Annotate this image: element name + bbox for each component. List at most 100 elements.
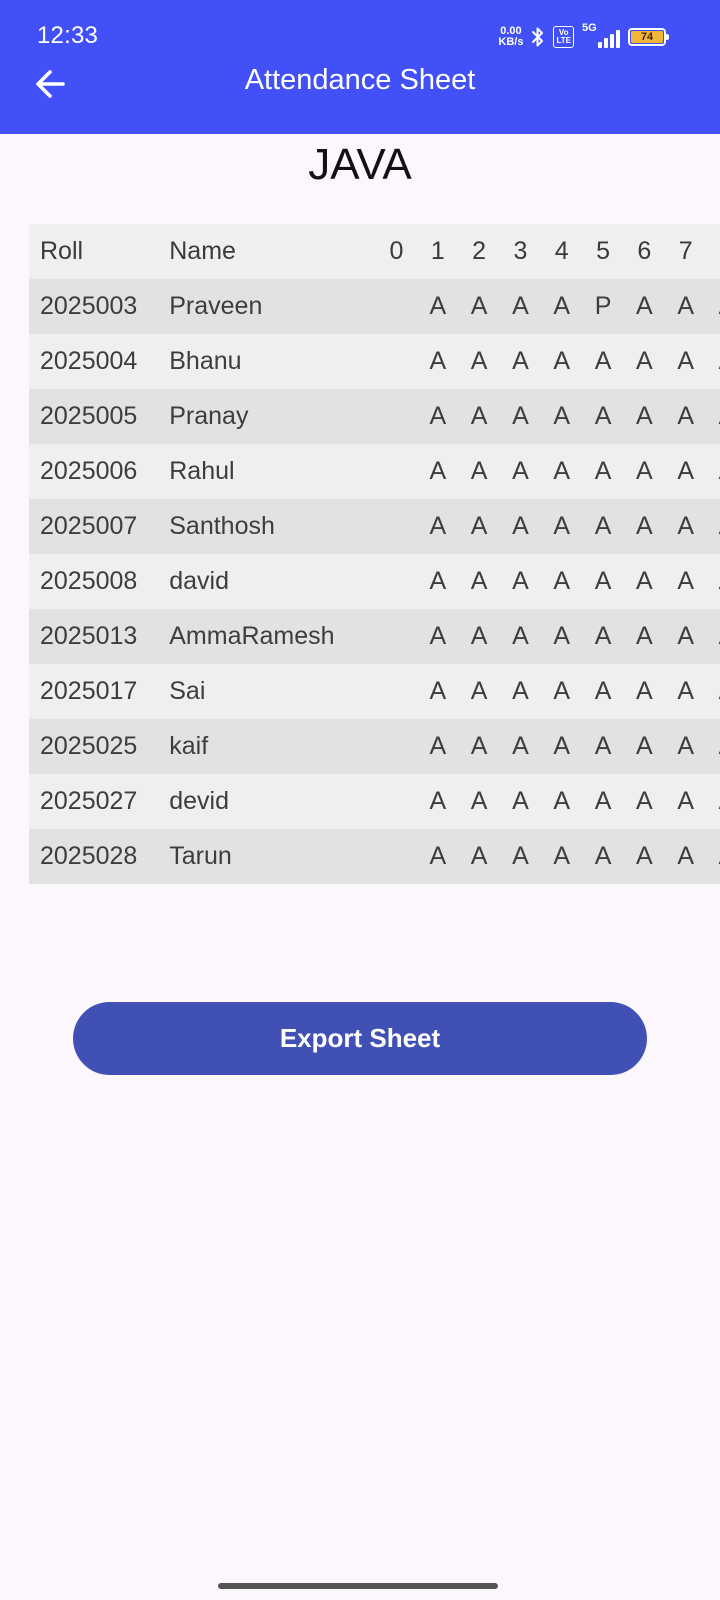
attendance-cell: A — [594, 677, 612, 705]
attendance-cell: A — [429, 402, 447, 430]
attendance-cell: A — [677, 512, 695, 540]
roll-cell: 2025004 — [40, 347, 138, 375]
battery-level: 74 — [631, 31, 663, 43]
name-cell: Santhosh — [169, 512, 275, 540]
attendance-cell: A — [636, 732, 653, 760]
attendance-cell: A — [706, 444, 720, 499]
network-type: 5G — [582, 22, 597, 34]
name-cell: Praveen — [169, 292, 263, 320]
page-title: Attendance Sheet — [244, 64, 476, 96]
attendance-cell: A — [470, 402, 488, 430]
attendance-cell: A — [636, 622, 653, 650]
roll-cell: 2025028 — [40, 842, 138, 870]
table-header-row: Roll Name 0123456789 — [29, 224, 720, 279]
attendance-cell: A — [512, 567, 529, 595]
attendance-cell: A — [706, 499, 720, 554]
battery-icon: 74 — [628, 28, 669, 46]
attendance-cell: A — [470, 457, 488, 485]
attendance-cell: A — [553, 622, 571, 650]
attendance-cell: A — [636, 292, 653, 320]
column-header-day: 8 — [706, 224, 720, 279]
network-speed: 0.00 KB/s — [498, 26, 523, 48]
attendance-cell: A — [553, 457, 571, 485]
attendance-cell: A — [677, 842, 695, 870]
attendance-cell: A — [706, 774, 720, 829]
column-header-day: 6 — [637, 237, 652, 265]
name-cell: Tarun — [169, 842, 232, 870]
name-cell: Sai — [169, 677, 206, 705]
volte-bottom-text: LTE — [556, 36, 571, 45]
attendance-cell: A — [553, 292, 571, 320]
table-row: 2025007SanthoshAAAAAAAAA — [29, 499, 720, 554]
attendance-cell: A — [594, 567, 612, 595]
name-cell: kaif — [169, 732, 209, 760]
attendance-cell: A — [512, 622, 529, 650]
name-cell: david — [169, 567, 230, 595]
attendance-cell — [376, 774, 417, 829]
attendance-cell: A — [706, 664, 720, 719]
attendance-cell: A — [429, 622, 447, 650]
attendance-cell: A — [677, 292, 695, 320]
bluetooth-icon — [532, 27, 544, 47]
column-header-day: 1 — [430, 237, 445, 265]
attendance-cell — [376, 609, 417, 664]
signal-bar — [598, 42, 602, 48]
attendance-cell: A — [706, 719, 720, 774]
signal-bar — [604, 38, 608, 48]
name-cell: Pranay — [169, 402, 249, 430]
column-header-day: 0 — [389, 237, 404, 265]
attendance-cell — [376, 664, 417, 719]
roll-cell: 2025027 — [40, 787, 138, 815]
attendance-cell: A — [636, 677, 653, 705]
attendance-cell — [376, 444, 417, 499]
attendance-cell: A — [594, 402, 612, 430]
attendance-cell: A — [429, 292, 447, 320]
attendance-cell: A — [636, 567, 653, 595]
attendance-cell: A — [553, 402, 571, 430]
attendance-cell — [376, 389, 417, 444]
attendance-cell — [376, 334, 417, 389]
attendance-cell: A — [636, 787, 653, 815]
name-cell: Rahul — [169, 457, 235, 485]
attendance-cell: A — [553, 787, 571, 815]
attendance-cell: A — [636, 402, 653, 430]
attendance-cell: A — [553, 842, 571, 870]
app-bar: 12:33 0.00 KB/s Vo LTE 5G 74 Attendance … — [0, 0, 720, 134]
attendance-cell: A — [594, 457, 612, 485]
signal-bar — [616, 30, 620, 48]
attendance-cell: A — [512, 512, 529, 540]
attendance-table-container[interactable]: Roll Name 0123456789 2025003PraveenAAAAP… — [29, 224, 720, 884]
table-row: 2025025kaifAAAAAAAAA — [29, 719, 720, 774]
attendance-cell: A — [429, 567, 447, 595]
roll-cell: 2025008 — [40, 567, 138, 595]
column-header-day: 4 — [554, 237, 569, 265]
roll-cell: 2025006 — [40, 457, 138, 485]
volte-icon: Vo LTE — [553, 26, 574, 48]
table-row: 2025013AmmaRameshAAAAAAAAA — [29, 609, 720, 664]
attendance-cell: A — [594, 842, 612, 870]
attendance-cell: A — [470, 512, 488, 540]
attendance-cell: A — [429, 787, 447, 815]
attendance-cell: A — [470, 347, 488, 375]
name-cell: AmmaRamesh — [169, 622, 335, 650]
attendance-cell: A — [429, 677, 447, 705]
attendance-cell: A — [553, 347, 571, 375]
attendance-cell: A — [636, 512, 653, 540]
roll-cell: 2025017 — [40, 677, 138, 705]
export-sheet-button[interactable]: Export Sheet — [73, 1002, 647, 1075]
attendance-cell: A — [594, 622, 612, 650]
roll-cell: 2025003 — [40, 292, 138, 320]
status-icons: 0.00 KB/s Vo LTE 5G 74 — [498, 22, 669, 52]
table-row: 2025027devidAAAAAAAAA — [29, 774, 720, 829]
attendance-cell: A — [553, 567, 571, 595]
attendance-cell: A — [512, 842, 529, 870]
attendance-cell: A — [706, 829, 720, 884]
name-cell: Bhanu — [169, 347, 242, 375]
attendance-cell: P — [594, 292, 612, 320]
attendance-cell: A — [677, 402, 695, 430]
attendance-cell: A — [594, 787, 612, 815]
attendance-cell: A — [594, 512, 612, 540]
home-indicator[interactable] — [218, 1583, 498, 1589]
table-row: 2025005PranayAAAAAAAAA — [29, 389, 720, 444]
attendance-cell: A — [512, 732, 529, 760]
